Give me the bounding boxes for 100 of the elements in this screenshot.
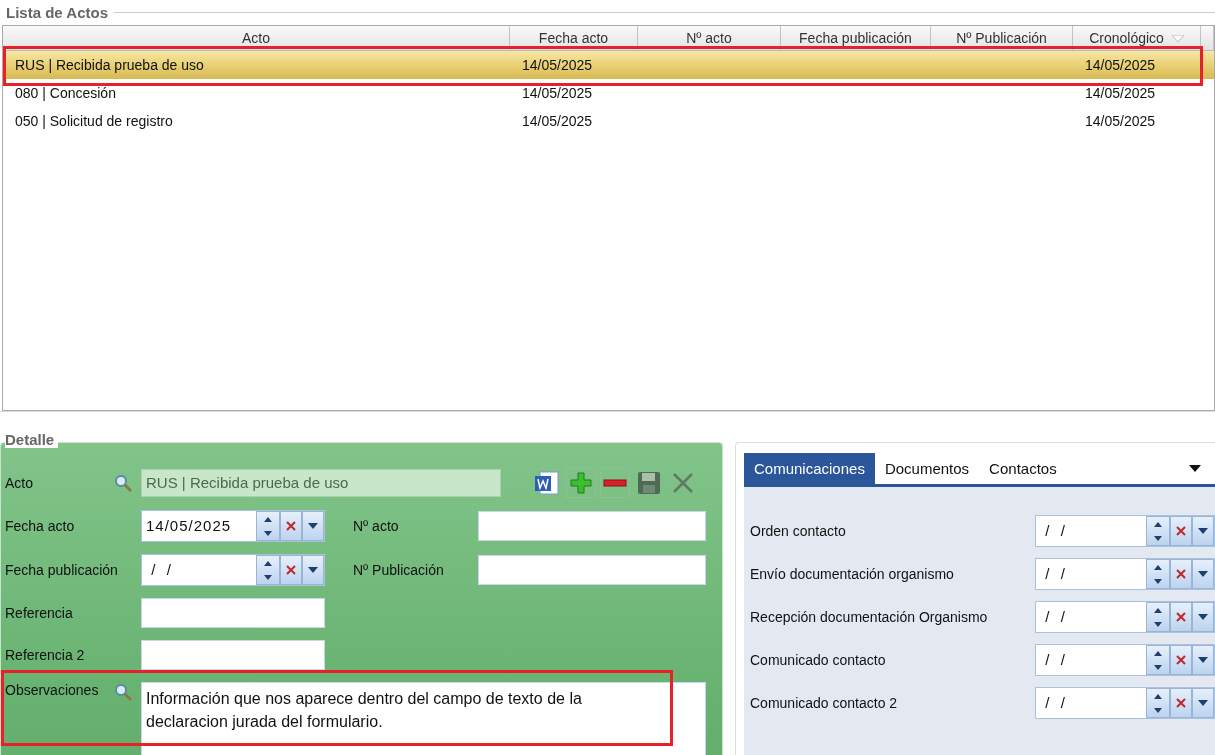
close-icon — [1176, 569, 1186, 579]
date-field[interactable]: / / — [1035, 687, 1215, 719]
field-label: Referencia — [5, 605, 74, 621]
search-icon[interactable] — [113, 473, 133, 493]
caret-icon — [1198, 571, 1208, 577]
table-row[interactable]: 080 | Concesión 14/05/2025 14/05/2025 — [3, 79, 1214, 107]
down-arrow-icon — [1154, 578, 1162, 584]
clear-button[interactable] — [280, 555, 302, 585]
clear-button[interactable] — [1170, 559, 1192, 589]
down-arrow-icon — [1154, 621, 1162, 627]
field-label: Fecha acto — [5, 518, 76, 534]
table-cell-text: 14/05/2025 — [1084, 113, 1157, 129]
caret-icon — [1198, 700, 1208, 706]
date-field[interactable]: / / — [1035, 515, 1215, 547]
tab[interactable]: Comunicaciones — [744, 453, 875, 484]
tab[interactable]: Contactos — [979, 453, 1067, 484]
dropdown-button[interactable] — [1192, 602, 1214, 632]
spin-button[interactable] — [1146, 516, 1170, 546]
table-row[interactable]: RUS | Recibida prueba de uso 14/05/2025 14/05/2025 — [3, 51, 1214, 79]
date-field[interactable]: / / — [1035, 644, 1215, 676]
header-filler — [1201, 26, 1214, 51]
clear-button[interactable] — [1170, 602, 1192, 632]
close-icon — [286, 521, 296, 531]
clear-button[interactable] — [1170, 688, 1192, 718]
field-label: Orden contacto — [750, 523, 846, 539]
dropdown-button[interactable] — [1192, 559, 1214, 589]
text-field[interactable] — [141, 598, 325, 628]
field-label: Referencia 2 — [5, 647, 86, 663]
date-field[interactable]: 14/05/2025 — [141, 510, 325, 542]
table-cell-text: 14/05/2025 — [1084, 85, 1157, 101]
close-icon — [1176, 698, 1186, 708]
text-area[interactable]: Información que nos aparece dentro del campo de texto de la declaracion jurada del formulario. — [141, 682, 706, 755]
table-cell-text: 080 | Concesión — [14, 85, 117, 101]
spin-button[interactable] — [1146, 559, 1170, 589]
field-label: Fecha publicación — [5, 562, 119, 578]
up-arrow-icon — [264, 516, 272, 522]
field-label: Comunicado contacto 2 — [750, 695, 898, 711]
caret-icon — [1198, 657, 1208, 663]
dropdown-button[interactable] — [1192, 688, 1214, 718]
up-arrow-icon — [264, 560, 272, 566]
caret-icon — [1198, 614, 1208, 620]
close-icon — [1176, 612, 1186, 622]
dropdown-button[interactable] — [302, 555, 324, 585]
table-cell-text: 14/05/2025 — [1084, 57, 1157, 73]
caret-icon — [308, 523, 318, 529]
document-icon — [534, 470, 560, 496]
sort-icon — [1171, 34, 1184, 42]
table-row[interactable]: 050 | Solicitud de registro 14/05/2025 14/05/2025 — [3, 107, 1214, 135]
clear-button[interactable] — [1170, 516, 1192, 546]
table-cell-text: 14/05/2025 — [521, 113, 594, 129]
plus-icon — [569, 471, 593, 495]
caret-icon[interactable] — [1189, 465, 1201, 472]
remove-button[interactable] — [600, 468, 630, 498]
spin-button[interactable] — [1146, 645, 1170, 675]
date-field[interactable]: / / — [1035, 601, 1215, 633]
caret-icon — [308, 567, 318, 573]
field-label: Acto — [5, 475, 34, 491]
field-label: Nº acto — [353, 518, 400, 534]
save-icon — [637, 471, 661, 495]
up-arrow-icon — [1154, 521, 1162, 527]
spin-button[interactable] — [1146, 688, 1170, 718]
field-label: Nº Publicación — [353, 562, 445, 578]
minus-icon — [603, 478, 627, 488]
up-arrow-icon — [1154, 564, 1162, 570]
date-field[interactable]: / / — [141, 554, 325, 586]
up-arrow-icon — [1154, 650, 1162, 656]
dropdown-button[interactable] — [302, 511, 324, 541]
table-cell-text: 050 | Solicitud de registro — [14, 113, 174, 129]
clear-button[interactable] — [1170, 645, 1192, 675]
dropdown-button[interactable] — [1192, 645, 1214, 675]
spin-button[interactable] — [256, 511, 280, 541]
section-title: Detalle — [5, 431, 59, 448]
dropdown-button[interactable] — [1192, 516, 1214, 546]
text-field[interactable] — [478, 511, 706, 541]
down-arrow-icon — [1154, 535, 1162, 541]
table-cell-text: RUS | Recibida prueba de uso — [14, 57, 205, 73]
text-field[interactable] — [141, 640, 325, 670]
search-icon[interactable] — [113, 682, 133, 702]
section-title: Lista de Actos — [5, 4, 108, 21]
down-arrow-icon — [264, 574, 272, 580]
down-arrow-icon — [1154, 707, 1162, 713]
table-cell-text: 14/05/2025 — [521, 85, 594, 101]
down-arrow-icon — [264, 530, 272, 536]
text-field[interactable] — [478, 555, 706, 585]
spin-button[interactable] — [256, 555, 280, 585]
table-cell-text: 14/05/2025 — [521, 57, 594, 73]
tab[interactable]: Documentos — [874, 453, 980, 484]
field-label: Comunicado contacto — [750, 652, 886, 668]
field-label: Observaciones — [5, 682, 100, 698]
spin-button[interactable] — [1146, 602, 1170, 632]
down-arrow-icon — [1154, 664, 1162, 670]
word-document-button[interactable] — [532, 468, 562, 498]
clear-button[interactable] — [280, 511, 302, 541]
date-field[interactable]: / / — [1035, 558, 1215, 590]
close-icon — [1176, 526, 1186, 536]
up-arrow-icon — [1154, 693, 1162, 699]
act-field: RUS | Recibida prueba de uso — [141, 469, 501, 497]
up-arrow-icon — [1154, 607, 1162, 613]
caret-icon — [1198, 528, 1208, 534]
field-label: Envío documentación organismo — [750, 566, 954, 582]
